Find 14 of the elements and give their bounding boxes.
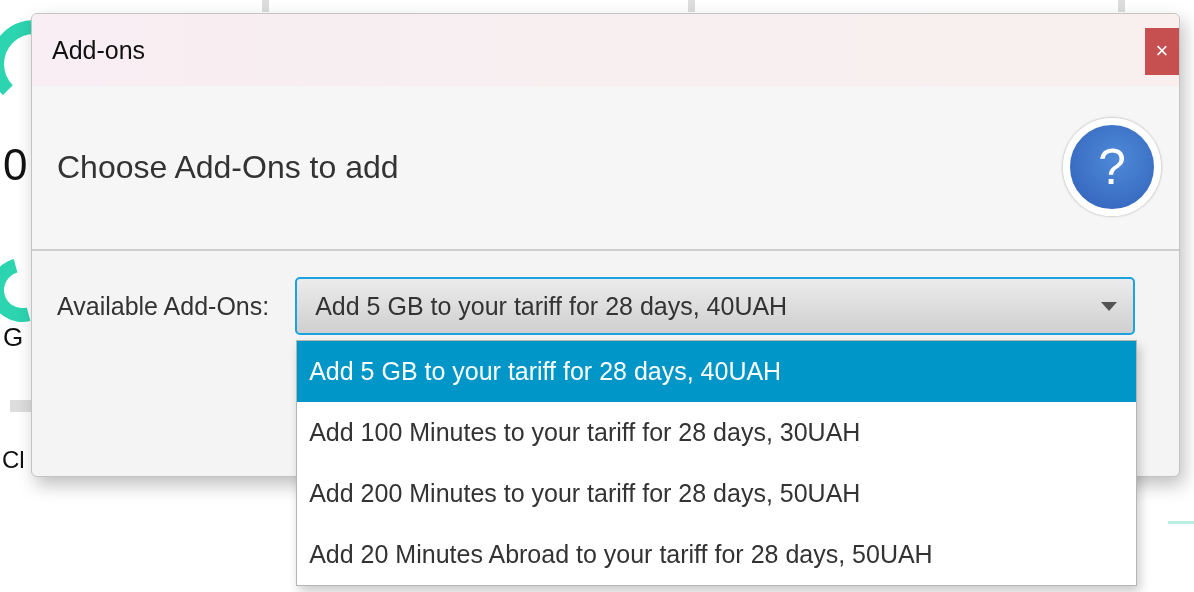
background-text: G xyxy=(3,322,24,353)
background-text: Cl xyxy=(2,446,25,474)
progress-track xyxy=(1168,521,1194,524)
dropdown-option[interactable]: Add 20 Minutes Abroad to your tariff for 28 days, 50UAH xyxy=(297,524,1137,585)
dialog-heading: Choose Add-Ons to add xyxy=(57,149,399,186)
dialog-title: Add-ons xyxy=(52,35,146,65)
close-button[interactable]: × xyxy=(1145,27,1179,75)
help-icon: ? xyxy=(1063,117,1161,216)
dropdown-option[interactable]: Add 200 Minutes to your tariff for 28 days, 50UAH xyxy=(297,463,1137,524)
background-text: 0 xyxy=(3,140,28,190)
caret-icon xyxy=(1101,301,1118,311)
addon-dropdown[interactable]: Add 5 GB to your tariff for 28 days, 40UAH xyxy=(295,277,1136,335)
field-label: Available Add-Ons: xyxy=(57,291,270,322)
dropdown-option[interactable]: Add 100 Minutes to your tariff for 28 days, 30UAH xyxy=(297,402,1137,463)
